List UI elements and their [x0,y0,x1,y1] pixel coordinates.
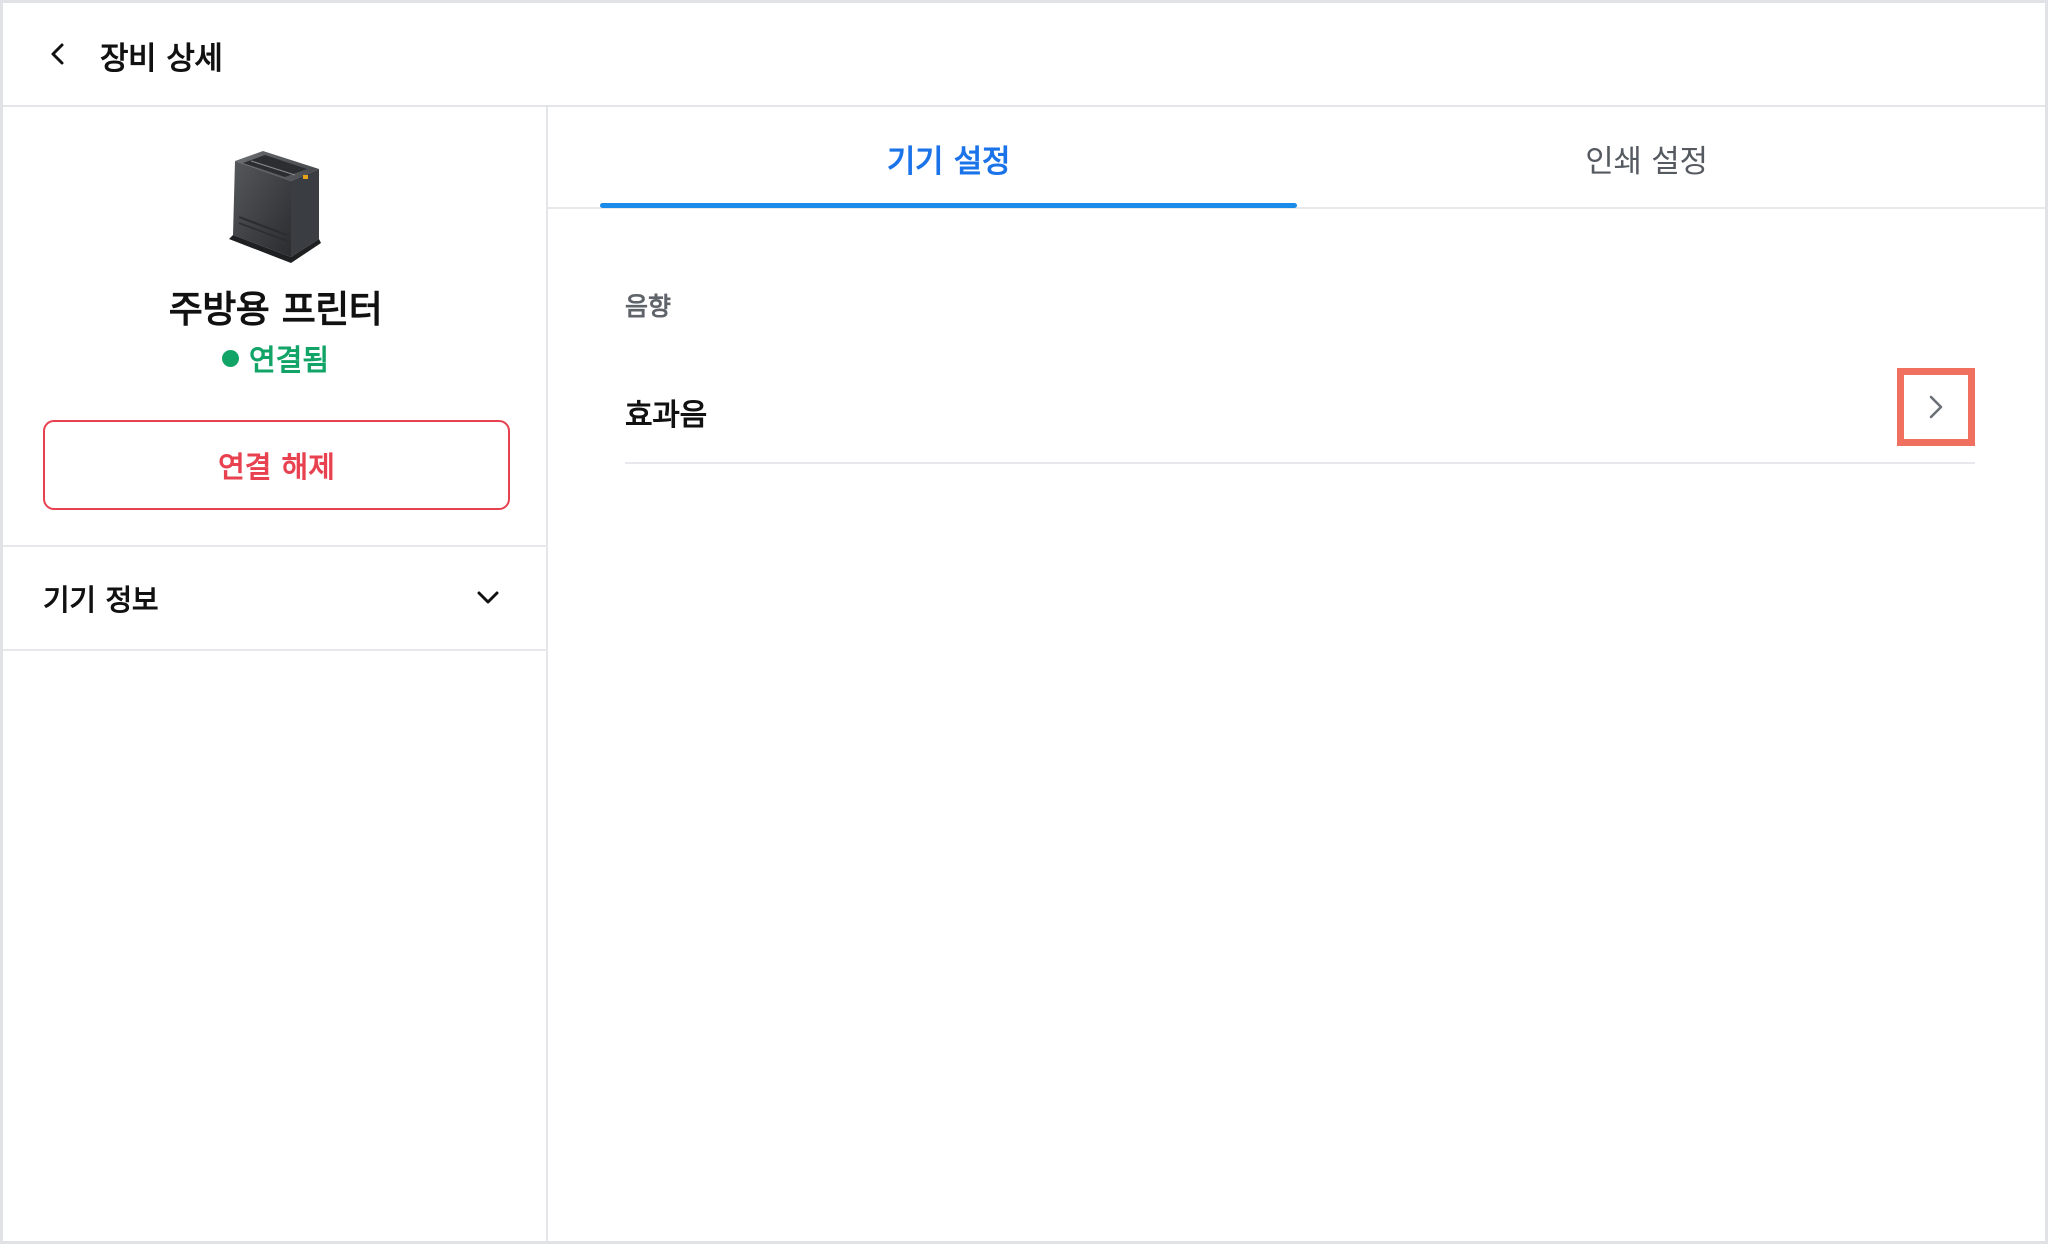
tab-device-settings[interactable]: 기기 설정 [600,107,1297,209]
sidebar: 주방용 프린터 연결됨 연결 해제 기기 정보 [3,107,548,1241]
tab-bar: 기기 설정 인쇄 설정 [548,107,2045,209]
header: 장비 상세 [3,3,2045,107]
back-button[interactable] [41,37,75,71]
main-panel: 기기 설정 인쇄 설정 음향 효과음 [548,107,2045,1241]
active-tab-indicator [600,203,1297,208]
chevron-left-icon [51,43,64,65]
chevron-down-icon [474,584,502,612]
device-info-toggle[interactable]: 기기 정보 [3,547,548,649]
section-label-sound: 음향 [625,292,672,321]
setting-row-effect-sound[interactable]: 효과음 [625,361,1975,464]
connection-status: 연결됨 [3,337,548,379]
status-label: 연결됨 [248,343,330,377]
setting-label: 효과음 [625,397,707,433]
device-info-label: 기기 정보 [43,583,159,617]
status-dot-icon [221,349,239,367]
chevron-right-icon [1929,395,1943,419]
disconnect-button[interactable]: 연결 해제 [43,420,510,510]
sidebar-divider [3,649,548,651]
device-detail-screen: 장비 상세 주방용 프린터 연결됨 연결 해제 기기 정보 기기 설정 인쇄 설… [0,0,2048,1244]
printer-icon [229,151,321,263]
open-effect-sound-button[interactable] [1897,368,1975,446]
tab-print-settings[interactable]: 인쇄 설정 [1298,107,1995,209]
page-title: 장비 상세 [100,41,223,77]
device-name: 주방용 프린터 [168,288,383,331]
